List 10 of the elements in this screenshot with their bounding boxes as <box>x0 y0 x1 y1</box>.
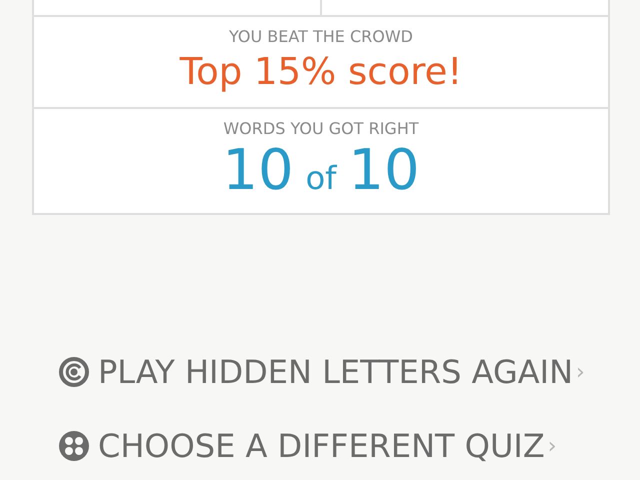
action-link[interactable]: CHOOSE A DIFFERENT QUIZ› <box>58 427 640 465</box>
total-count: 10 <box>348 138 420 203</box>
words-label: WORDS YOU GOT RIGHT <box>223 119 419 138</box>
of-word: of <box>306 159 336 197</box>
action-link[interactable]: PLAY HIDDEN LETTERS AGAIN› <box>58 353 640 391</box>
crowd-score: Top 15% score! <box>180 50 462 93</box>
grid-icon <box>58 430 90 462</box>
crowd-label: YOU BEAT THE CROWD <box>229 27 413 46</box>
replay-icon <box>58 356 90 388</box>
correct-count: 10 <box>222 138 294 203</box>
